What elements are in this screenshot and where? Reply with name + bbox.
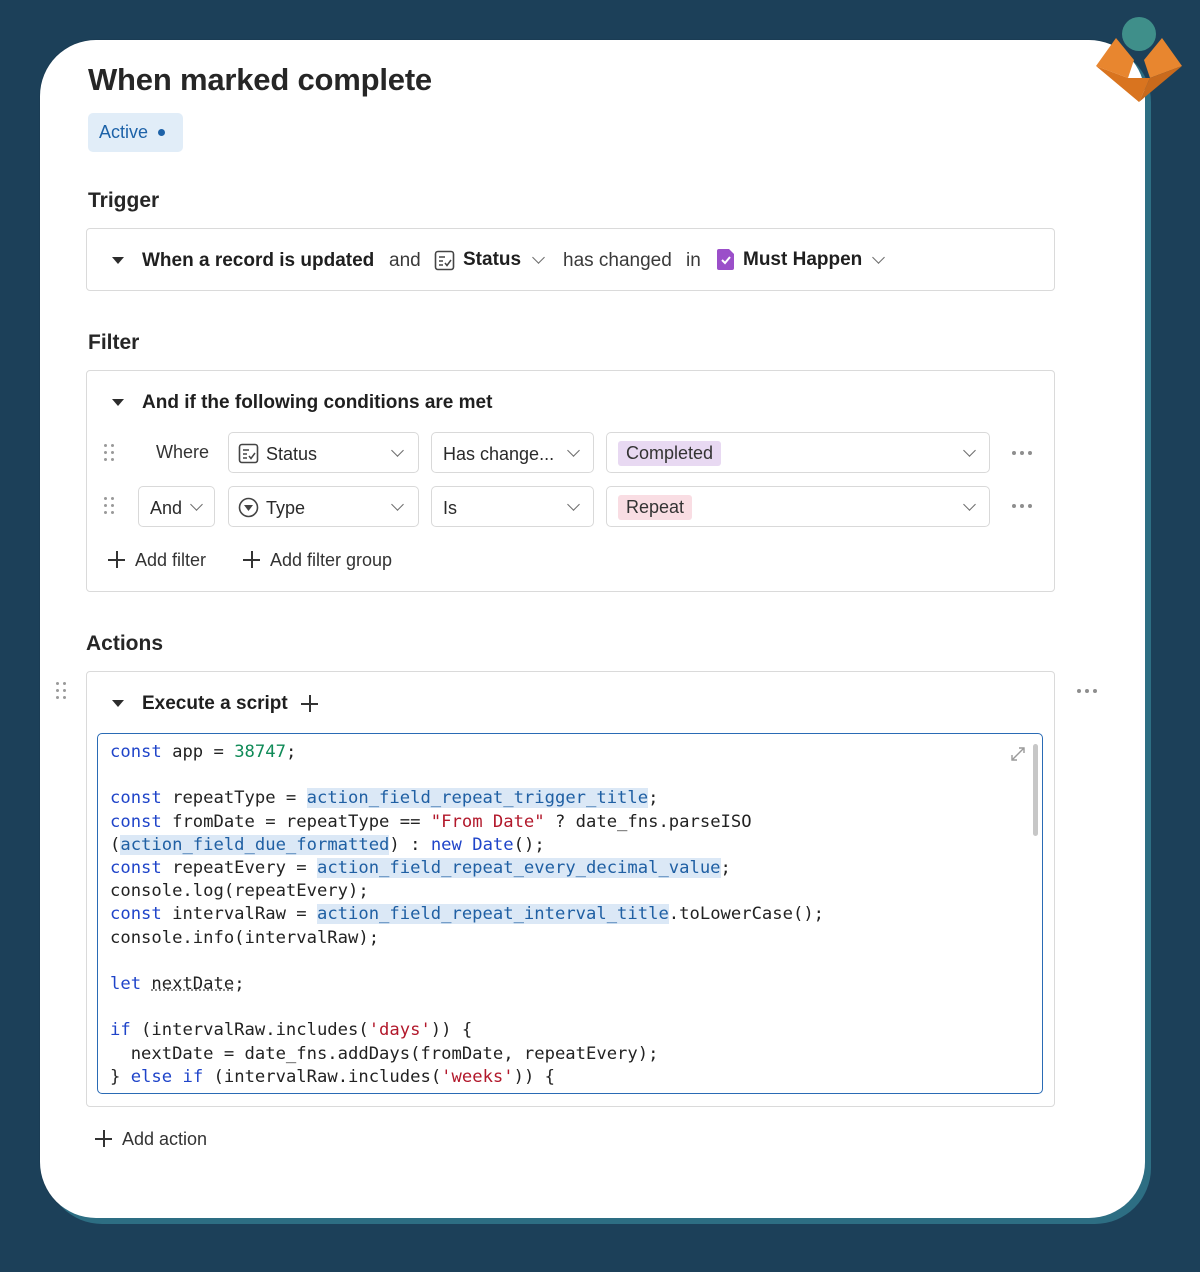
checkbox-field-icon — [434, 250, 455, 271]
logo-icon — [1096, 17, 1182, 102]
filter-operator-select[interactable]: Is — [431, 486, 594, 527]
single-select-icon — [238, 497, 259, 518]
value-pill: Repeat — [618, 495, 693, 520]
code-line: const app = 38747; — [110, 742, 297, 762]
trigger-box: When a record is updated and Status has … — [86, 228, 1055, 291]
chevron-down-icon — [963, 444, 976, 457]
editor-scrollbar[interactable] — [1033, 744, 1038, 836]
filter-field-label: Status — [266, 444, 318, 464]
status-label: Active — [99, 122, 149, 142]
code-line: } else if (intervalRaw.includes('weeks')… — [110, 1066, 556, 1087]
code-line: nextDate = date_fns.addDays(fromDate, re… — [110, 1043, 659, 1064]
code-line: console.log(repeatEvery); — [110, 881, 369, 902]
drag-handle-icon[interactable] — [104, 497, 116, 515]
trigger-and-label: and — [389, 250, 421, 271]
plus-icon[interactable] — [301, 695, 318, 712]
filter-operator-select[interactable]: Has change... — [431, 432, 594, 473]
code-line: const intervalRaw = action_field_repeat_… — [110, 904, 825, 925]
more-icon[interactable] — [1012, 504, 1034, 510]
filter-operator-label: Has change... — [443, 444, 555, 464]
filter-field-label: Type — [266, 498, 306, 518]
chevron-down-icon — [190, 498, 203, 511]
add-action-label: Add action — [122, 1129, 208, 1149]
filter-field-select[interactable]: Status — [228, 432, 419, 473]
add-filter-button[interactable]: Add filter — [108, 549, 236, 573]
chevron-down-icon — [567, 444, 580, 457]
chevron-down-icon — [963, 498, 976, 511]
filter-connector-label: And — [150, 498, 183, 518]
script-editor[interactable]: const app = 38747; const repeatType = ac… — [97, 733, 1043, 1094]
trigger-event[interactable]: When a record is updated — [142, 250, 374, 272]
more-icon[interactable] — [1012, 451, 1034, 457]
code-line: let nextDate; — [110, 974, 245, 995]
chevron-down-icon[interactable] — [872, 251, 885, 264]
filter-group-title: And if the following conditions are met — [142, 392, 493, 413]
drag-handle-icon[interactable] — [56, 682, 68, 700]
more-icon[interactable] — [1077, 689, 1099, 695]
add-filter-group-button[interactable]: Add filter group — [243, 549, 443, 573]
plus-icon — [95, 1130, 112, 1147]
filter-value-select[interactable]: Completed — [606, 432, 990, 473]
chevron-down-icon — [391, 444, 404, 457]
code-line: const fromDate = repeatType == "From Dat… — [110, 811, 752, 832]
chevron-down-icon — [567, 498, 580, 511]
filter-heading: Filter — [88, 331, 140, 354]
caret-down-icon[interactable] — [112, 700, 124, 707]
chevron-down-icon[interactable] — [532, 251, 545, 264]
filter-connector-select[interactable]: And — [138, 486, 215, 527]
chevron-down-icon — [391, 498, 404, 511]
checkbox-field-icon — [238, 443, 259, 464]
trigger-table[interactable]: Must Happen — [743, 249, 862, 271]
filter-value-select[interactable]: Repeat — [606, 486, 990, 527]
filter-box: And if the following conditions are met … — [86, 370, 1055, 592]
trigger-heading: Trigger — [88, 189, 160, 212]
table-icon — [717, 249, 734, 270]
trigger-in-label: in — [686, 250, 701, 271]
add-filter-label: Add filter — [135, 550, 207, 570]
filter-field-select[interactable]: Type — [228, 486, 419, 527]
code-line: (action_field_due_formatted) : new Date(… — [110, 834, 545, 855]
filter-connector-where: Where — [156, 442, 210, 462]
filter-operator-label: Is — [443, 498, 458, 518]
page-title: When marked complete — [88, 62, 432, 97]
drag-handle-icon[interactable] — [104, 444, 116, 462]
add-action-button[interactable]: Add action — [95, 1128, 225, 1152]
caret-down-icon[interactable] — [112, 399, 124, 406]
code-line: console.info(intervalRaw); — [110, 927, 380, 948]
caret-down-icon[interactable] — [112, 257, 124, 264]
status-badge[interactable]: Active — [88, 113, 183, 152]
plus-icon — [108, 551, 125, 568]
add-filter-group-label: Add filter group — [270, 550, 393, 570]
action-title: Execute a script — [142, 693, 288, 714]
value-pill: Completed — [618, 441, 722, 466]
plus-icon — [243, 551, 260, 568]
trigger-condition: has changed — [563, 250, 672, 271]
code-line: if (intervalRaw.includes('days')) { — [110, 1020, 473, 1041]
trigger-field[interactable]: Status — [463, 249, 521, 271]
status-dot — [158, 129, 166, 136]
code-line: const repeatType = action_field_repeat_t… — [110, 788, 659, 809]
script-code[interactable]: const app = 38747; const repeatType = ac… — [110, 741, 824, 1089]
code-line: const repeatEvery = action_field_repeat_… — [110, 858, 731, 879]
actions-heading: Actions — [86, 632, 164, 655]
expand-icon[interactable] — [1010, 746, 1026, 762]
